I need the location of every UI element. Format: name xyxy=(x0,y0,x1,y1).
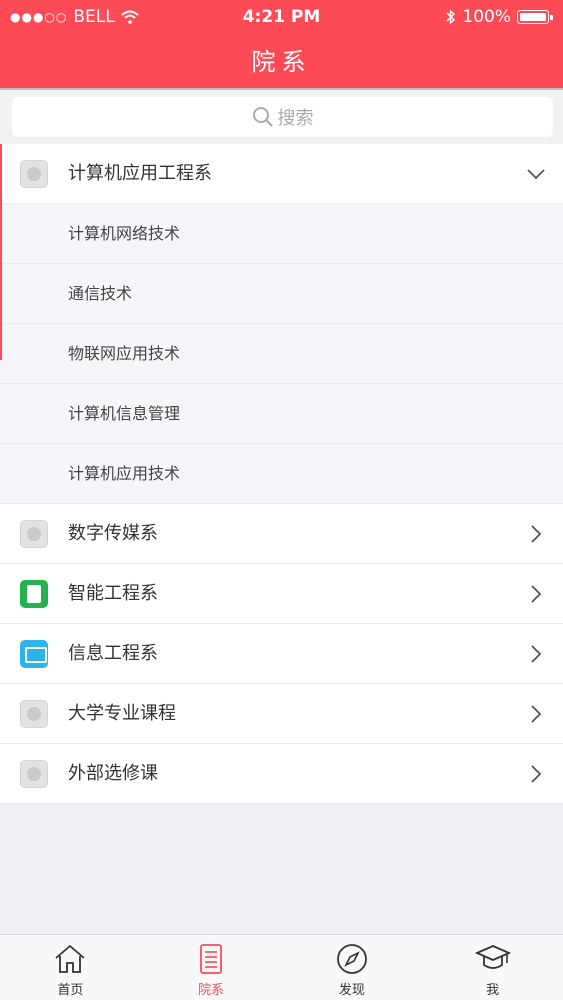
department-row-computer-application[interactable]: 计算机应用工程系 xyxy=(0,144,563,204)
gray-logo-icon xyxy=(20,160,48,188)
search-bar: 搜索 xyxy=(0,88,563,144)
home-icon xyxy=(55,944,85,973)
department-label: 大学专业课程 xyxy=(68,703,176,724)
tab-label: 我 xyxy=(486,983,500,998)
left-edge-accent xyxy=(0,144,2,360)
major-row-iot[interactable]: 物联网应用技术 xyxy=(0,324,563,384)
department-row-digital-media[interactable]: 数字传媒系 xyxy=(0,504,563,564)
major-label: 计算机应用技术 xyxy=(68,464,181,483)
chevron-right-icon xyxy=(531,705,542,723)
chevron-down-icon xyxy=(527,169,545,180)
tab-discover[interactable]: 发现 xyxy=(282,935,423,1000)
major-row-computer-application-tech[interactable]: 计算机应用技术 xyxy=(0,444,563,504)
chevron-right-icon xyxy=(531,525,542,543)
bluetooth-icon xyxy=(446,9,456,25)
gray-logo-icon xyxy=(20,760,48,788)
green-book-icon xyxy=(20,580,48,608)
blue-monitor-icon xyxy=(20,640,48,668)
tab-me[interactable]: 我 xyxy=(422,935,563,1000)
department-label: 信息工程系 xyxy=(68,643,158,664)
search-placeholder: 搜索 xyxy=(277,108,314,129)
department-row-information-engineering[interactable]: 信息工程系 xyxy=(0,624,563,684)
search-icon xyxy=(252,107,273,127)
department-list: 计算机应用工程系 计算机网络技术 通信技术 物联网应用技术 计算机信息管理 计算… xyxy=(0,144,563,804)
tab-label: 院系 xyxy=(198,983,225,998)
tab-label: 首页 xyxy=(57,983,84,998)
chevron-right-icon xyxy=(531,585,542,603)
major-row-communication[interactable]: 通信技术 xyxy=(0,264,563,324)
department-row-university-courses[interactable]: 大学专业课程 xyxy=(0,684,563,744)
list-icon xyxy=(200,944,223,974)
chevron-right-icon xyxy=(531,765,542,783)
department-label: 计算机应用工程系 xyxy=(68,163,212,184)
battery-percent: 100% xyxy=(462,7,511,27)
battery-icon xyxy=(517,10,553,24)
major-row-info-management[interactable]: 计算机信息管理 xyxy=(0,384,563,444)
major-label: 计算机信息管理 xyxy=(68,404,181,423)
department-row-intelligent-engineering[interactable]: 智能工程系 xyxy=(0,564,563,624)
tab-bar: 首页 院系 发现 我 xyxy=(0,934,563,1000)
tab-home[interactable]: 首页 xyxy=(0,935,141,1000)
app-header: ●●●○○ BELL 4:21 PM 100% 院系 xyxy=(0,0,563,88)
search-input[interactable]: 搜索 xyxy=(12,97,553,137)
department-label: 智能工程系 xyxy=(68,583,158,604)
tab-departments[interactable]: 院系 xyxy=(141,935,282,1000)
gray-logo-icon xyxy=(20,700,48,728)
department-row-external-electives[interactable]: 外部选修课 xyxy=(0,744,563,804)
status-bar: ●●●○○ BELL 4:21 PM 100% xyxy=(0,0,563,34)
compass-icon xyxy=(336,944,367,974)
department-label: 外部选修课 xyxy=(68,763,158,784)
department-label: 数字传媒系 xyxy=(68,523,158,544)
gray-logo-icon xyxy=(20,520,48,548)
major-label: 计算机网络技术 xyxy=(68,224,181,243)
chevron-right-icon xyxy=(531,645,542,663)
major-label: 物联网应用技术 xyxy=(68,344,181,363)
tab-label: 发现 xyxy=(338,983,365,998)
graduation-cap-icon xyxy=(474,945,511,969)
major-row-computer-network[interactable]: 计算机网络技术 xyxy=(0,204,563,264)
page-title: 院系 xyxy=(251,48,312,76)
major-label: 通信技术 xyxy=(68,284,133,303)
